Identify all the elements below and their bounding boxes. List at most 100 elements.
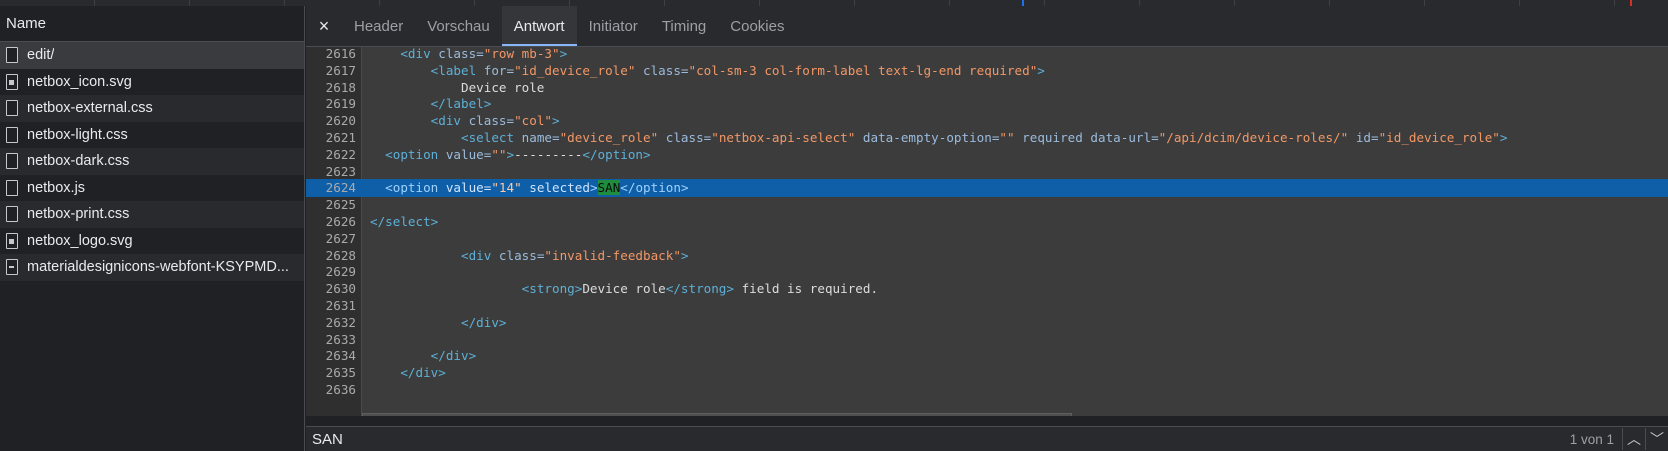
request-list: edit/netbox_icon.svg netbox-external.css n… <box>0 42 304 281</box>
code-line: 2623 <box>306 163 1668 181</box>
chevron-up-icon[interactable]: ︿ <box>1622 428 1645 450</box>
code-text: </div> <box>362 347 477 365</box>
image-file-icon <box>6 232 18 249</box>
code-token: "id_device_role" <box>514 62 636 78</box>
request-name: netbox-external.css <box>27 100 153 117</box>
code-token: "" <box>491 146 507 162</box>
request-row[interactable]: materialdesignicons-webfont-KSYPMD... <box>0 254 304 281</box>
line-number: 2627 <box>325 230 356 246</box>
code-token: <strong> <box>521 281 583 297</box>
tab-timing[interactable]: Timing <box>650 6 718 46</box>
code-line-current-match: 2624 <option value="14" selected>SAN</op… <box>306 179 1668 198</box>
request-row[interactable]: netbox-print.css <box>0 201 304 228</box>
tab-header[interactable]: Header <box>342 6 415 46</box>
tab-antwort[interactable]: Antwort <box>501 6 577 46</box>
code-token: </div> <box>400 365 446 381</box>
line-number: 2633 <box>325 331 356 347</box>
code-token: class= <box>665 130 712 145</box>
code-token: <option <box>385 146 446 162</box>
code-line: 2626 </select> <box>306 213 1668 231</box>
line-number: 2621 <box>325 130 356 145</box>
code-line: 2619 </label> <box>306 95 1668 113</box>
document-icon <box>6 47 18 64</box>
line-number: 2616 <box>325 47 356 61</box>
code-text: <div class="col"> <box>362 112 560 130</box>
code-token: value= <box>445 180 492 196</box>
code-line: 2631 <box>306 297 1668 315</box>
code-text: </select> <box>362 213 438 231</box>
line-number: 2620 <box>325 113 356 129</box>
close-icon[interactable]: × <box>306 6 342 46</box>
tab-vorschau[interactable]: Vorschau <box>415 6 502 46</box>
line-number: 2617 <box>325 62 356 78</box>
code-token: "id_device_role" <box>1378 130 1500 145</box>
code-token: required data-url= <box>1022 130 1159 145</box>
code-token: "" <box>999 130 1015 145</box>
request-row[interactable]: netbox_logo.svg <box>0 228 304 255</box>
code-token: <div <box>400 47 439 61</box>
code-line: 2616 <div class="row mb-3"> <box>306 47 1668 63</box>
line-number: 2632 <box>325 314 356 330</box>
code-token: </label> <box>430 96 492 112</box>
request-row[interactable]: netbox-external.css <box>0 95 304 122</box>
code-line: 2629 <box>306 263 1668 281</box>
image-file-icon <box>6 73 18 90</box>
request-row[interactable]: netbox_icon.svg <box>0 69 304 96</box>
code-text: </div> <box>362 314 507 332</box>
tab-cookies[interactable]: Cookies <box>718 6 796 46</box>
code-token: Device role <box>370 79 545 95</box>
code-text: </label> <box>362 95 492 113</box>
code-token: > <box>1037 62 1045 78</box>
request-name: netbox-dark.css <box>27 153 130 170</box>
scrollbar-thumb[interactable] <box>362 413 1072 416</box>
request-name: netbox-light.css <box>27 126 128 143</box>
response-code-viewer[interactable]: 2616 <div class="row mb-3"> 2617 <label f… <box>306 47 1668 416</box>
request-name: netbox_icon.svg <box>27 73 132 90</box>
search-input[interactable] <box>310 427 1570 451</box>
code-text: <option value="14" selected>SAN</option> <box>362 179 689 197</box>
line-number: 2619 <box>325 96 356 112</box>
document-icon <box>6 206 18 223</box>
code-line: 2636 <box>306 381 1668 399</box>
code-token: </strong> <box>665 281 734 297</box>
request-row[interactable]: netbox-dark.css <box>0 148 304 175</box>
code-token: > <box>589 180 598 196</box>
line-number: 2625 <box>325 197 356 213</box>
request-row[interactable]: netbox.js <box>0 175 304 202</box>
code-token: "col-sm-3 col-form-label text-lg-end req… <box>688 62 1038 78</box>
request-name: netbox_logo.svg <box>27 232 133 249</box>
line-number: 2623 <box>325 163 356 179</box>
code-token: selected <box>529 180 590 196</box>
code-text: </div> <box>362 364 446 382</box>
code-token: field is required. <box>733 281 879 297</box>
code-text: <option value="">---------</option> <box>362 146 650 164</box>
code-text: <select name="device_role" class="netbox… <box>362 129 1507 147</box>
code-line: 2625 <box>306 196 1668 214</box>
code-token: <div <box>461 247 499 263</box>
tab-initiator[interactable]: Initiator <box>577 6 650 46</box>
request-name: netbox-print.css <box>27 206 130 223</box>
detail-tabbar: × Header Vorschau Antwort Initiator Timing Co… <box>306 6 1668 47</box>
code-text: <div class="row mb-3"> <box>362 47 567 63</box>
code-line: 2628 <div class="invalid-feedback"> <box>306 247 1668 265</box>
request-row[interactable]: netbox-light.css <box>0 122 304 149</box>
code-line: 2618 Device role <box>306 79 1668 97</box>
chevron-down-icon[interactable]: ﹀ <box>1645 428 1668 450</box>
name-column-header[interactable]: Name <box>0 6 304 42</box>
code-token: --------- <box>514 146 583 162</box>
code-token: "col" <box>514 113 553 129</box>
code-token: class= <box>468 113 515 129</box>
code-line: 2630 <strong>Device role</strong> field … <box>306 280 1668 298</box>
line-number: 2634 <box>325 348 356 364</box>
line-number: 2618 <box>325 79 356 95</box>
horizontal-scrollbar[interactable] <box>362 411 1668 416</box>
request-row[interactable]: edit/ <box>0 42 304 69</box>
